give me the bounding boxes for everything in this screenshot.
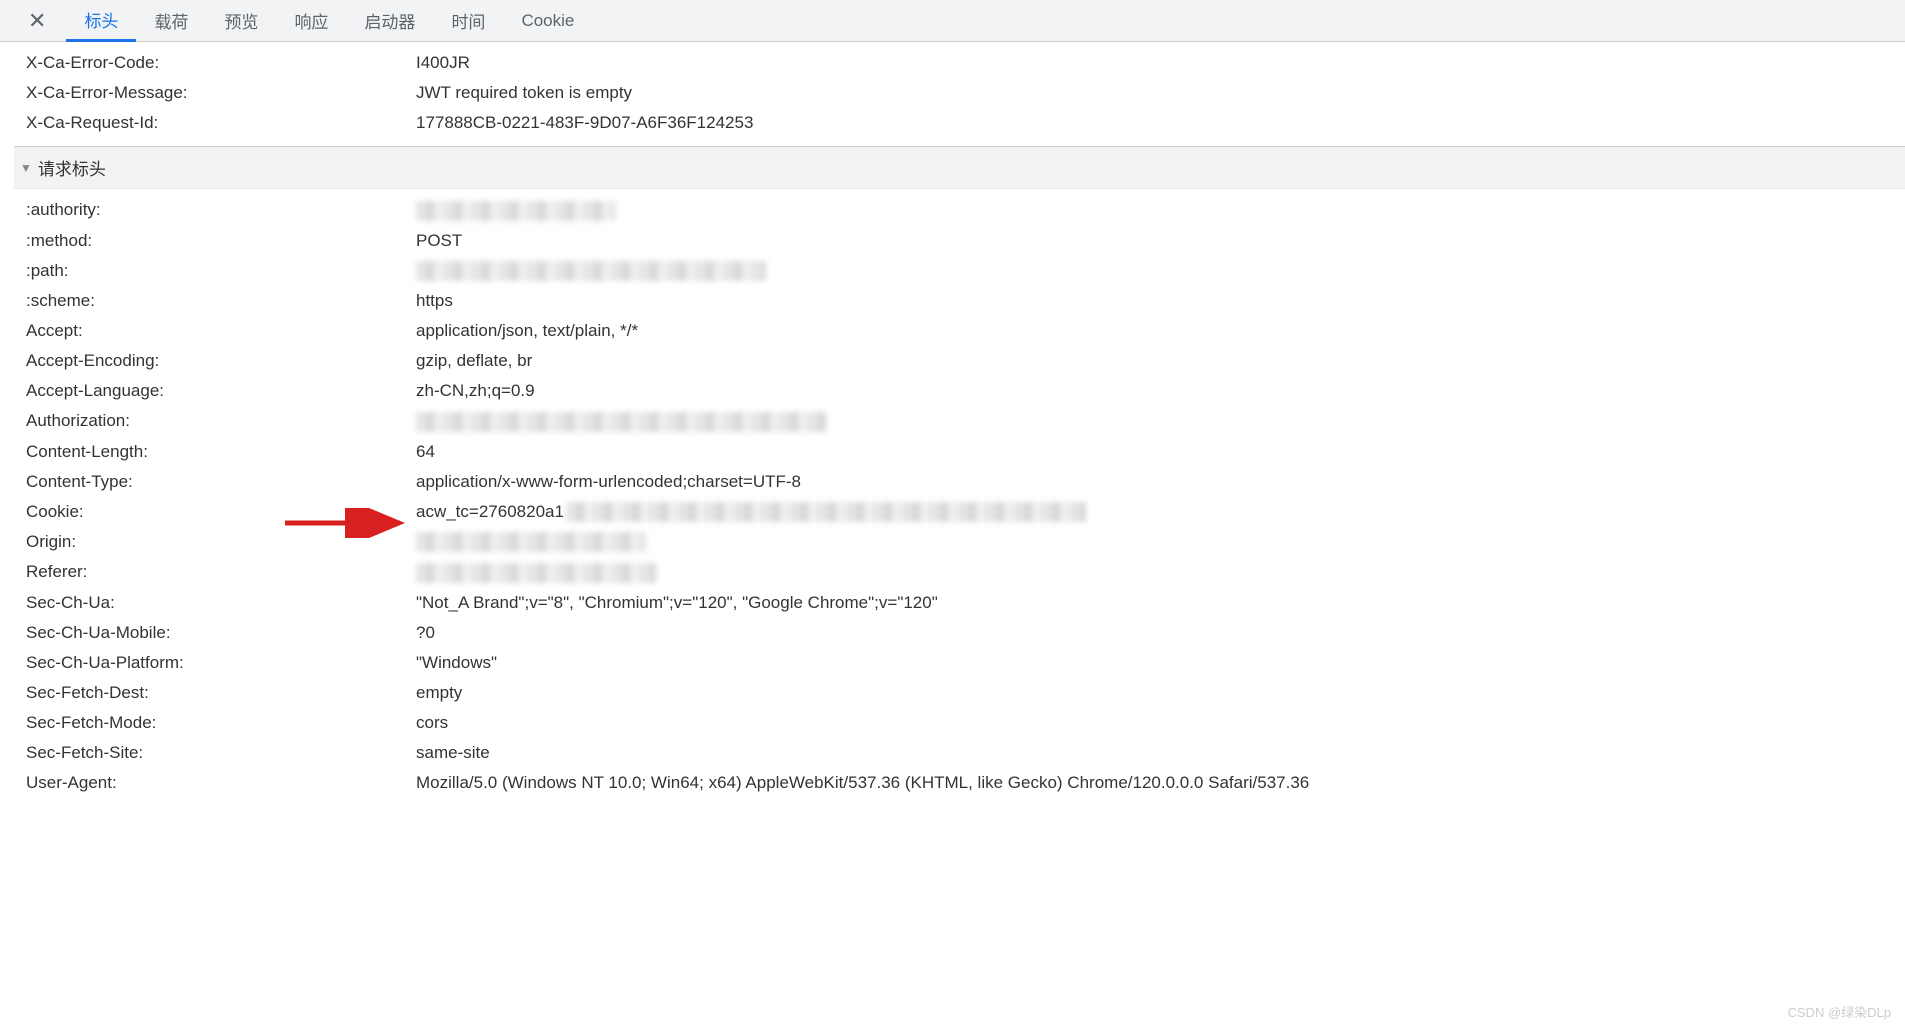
request-header-row: Sec-Ch-Ua:"Not_A Brand";v="8", "Chromium… (18, 588, 1905, 618)
request-header-row: :scheme:https (18, 286, 1905, 316)
header-value: application/json, text/plain, */* (416, 321, 1897, 341)
redacted-value (416, 261, 766, 281)
request-header-row: Sec-Ch-Ua-Mobile:?0 (18, 618, 1905, 648)
header-key: Content-Length: (26, 442, 416, 462)
request-header-row: :authority: (18, 195, 1905, 226)
header-key: Sec-Ch-Ua: (26, 593, 416, 613)
header-value: empty (416, 683, 1897, 703)
header-key: Sec-Fetch-Mode: (26, 713, 416, 733)
tab-6[interactable]: Cookie (503, 0, 592, 42)
close-icon[interactable]: ✕ (18, 10, 66, 32)
header-key: :authority: (26, 200, 416, 221)
header-key: Sec-Ch-Ua-Platform: (26, 653, 416, 673)
header-key: Sec-Fetch-Dest: (26, 683, 416, 703)
watermark-text: CSDN @绿染DLp (1788, 1002, 1892, 1021)
header-value: https (416, 291, 1897, 311)
section-title: 请求标头 (38, 155, 106, 180)
header-value: gzip, deflate, br (416, 351, 1897, 371)
header-value: 177888CB-0221-483F-9D07-A6F36F124253 (416, 113, 1897, 133)
headers-content: X-Ca-Error-Code:I400JRX-Ca-Error-Message… (0, 42, 1905, 798)
header-value: POST (416, 231, 1897, 251)
header-key: X-Ca-Error-Code: (26, 53, 416, 73)
devtools-tab-bar: ✕ 标头载荷预览响应启动器时间Cookie (0, 0, 1905, 42)
header-key: Accept: (26, 321, 416, 341)
header-value: zh-CN,zh;q=0.9 (416, 381, 1897, 401)
header-value: Mozilla/5.0 (Windows NT 10.0; Win64; x64… (416, 773, 1897, 793)
header-key: Content-Type: (26, 472, 416, 492)
header-key: X-Ca-Request-Id: (26, 113, 416, 133)
header-key: Sec-Fetch-Site: (26, 743, 416, 763)
redacted-value (416, 563, 656, 583)
response-header-row: X-Ca-Error-Message:JWT required token is… (18, 78, 1905, 108)
header-value: acw_tc=2760820a1 (416, 502, 1897, 522)
header-key: :method: (26, 231, 416, 251)
tab-1[interactable]: 载荷 (136, 0, 206, 42)
header-key: X-Ca-Error-Message: (26, 83, 416, 103)
tab-4[interactable]: 启动器 (346, 0, 433, 42)
tab-0[interactable]: 标头 (66, 0, 136, 42)
header-value (416, 562, 1897, 583)
tab-3[interactable]: 响应 (276, 0, 346, 42)
header-key: Accept-Language: (26, 381, 416, 401)
header-key: :path: (26, 261, 416, 282)
request-header-row: User-Agent:Mozilla/5.0 (Windows NT 10.0;… (18, 768, 1905, 798)
header-value (416, 411, 1897, 432)
header-value: I400JR (416, 53, 1897, 73)
header-value (416, 200, 1897, 221)
redacted-value (566, 502, 1086, 522)
request-headers-section[interactable]: ▼ 请求标头 (14, 146, 1905, 189)
header-value: "Not_A Brand";v="8", "Chromium";v="120",… (416, 593, 1897, 613)
header-key: :scheme: (26, 291, 416, 311)
cookie-prefix: acw_tc=2760820a1 (416, 502, 564, 522)
header-key: Cookie: (26, 502, 416, 522)
redacted-value (416, 532, 646, 552)
header-value: JWT required token is empty (416, 83, 1897, 103)
header-key: Sec-Ch-Ua-Mobile: (26, 623, 416, 643)
disclosure-triangle-icon: ▼ (20, 161, 32, 175)
request-header-row: Cookie:acw_tc=2760820a1 (18, 497, 1905, 527)
request-header-row: Accept-Encoding:gzip, deflate, br (18, 346, 1905, 376)
header-value: 64 (416, 442, 1897, 462)
request-header-row: Referer: (18, 557, 1905, 588)
header-value: ?0 (416, 623, 1897, 643)
header-key: Origin: (26, 532, 416, 553)
response-header-row: X-Ca-Request-Id:177888CB-0221-483F-9D07-… (18, 108, 1905, 138)
request-header-row: Origin: (18, 527, 1905, 558)
redacted-value (416, 201, 616, 221)
header-value: application/x-www-form-urlencoded;charse… (416, 472, 1897, 492)
request-header-row: :path: (18, 256, 1905, 287)
request-header-row: Accept-Language:zh-CN,zh;q=0.9 (18, 376, 1905, 406)
request-header-row: :method:POST (18, 226, 1905, 256)
header-value: same-site (416, 743, 1897, 763)
request-header-row: Sec-Fetch-Mode:cors (18, 708, 1905, 738)
header-key: Referer: (26, 562, 416, 583)
request-header-row: Sec-Fetch-Site:same-site (18, 738, 1905, 768)
tab-2[interactable]: 预览 (206, 0, 276, 42)
redacted-value (416, 412, 826, 432)
request-header-row: Sec-Fetch-Dest:empty (18, 678, 1905, 708)
header-key: User-Agent: (26, 773, 416, 793)
header-value (416, 532, 1897, 553)
header-value (416, 261, 1897, 282)
request-header-row: Content-Type:application/x-www-form-urle… (18, 467, 1905, 497)
tab-5[interactable]: 时间 (433, 0, 503, 42)
request-header-row: Accept:application/json, text/plain, */* (18, 316, 1905, 346)
header-key: Authorization: (26, 411, 416, 432)
request-header-row: Sec-Ch-Ua-Platform:"Windows" (18, 648, 1905, 678)
header-key: Accept-Encoding: (26, 351, 416, 371)
request-header-row: Content-Length:64 (18, 437, 1905, 467)
header-value: cors (416, 713, 1897, 733)
request-header-row: Authorization: (18, 406, 1905, 437)
header-value: "Windows" (416, 653, 1897, 673)
response-header-row: X-Ca-Error-Code:I400JR (18, 48, 1905, 78)
